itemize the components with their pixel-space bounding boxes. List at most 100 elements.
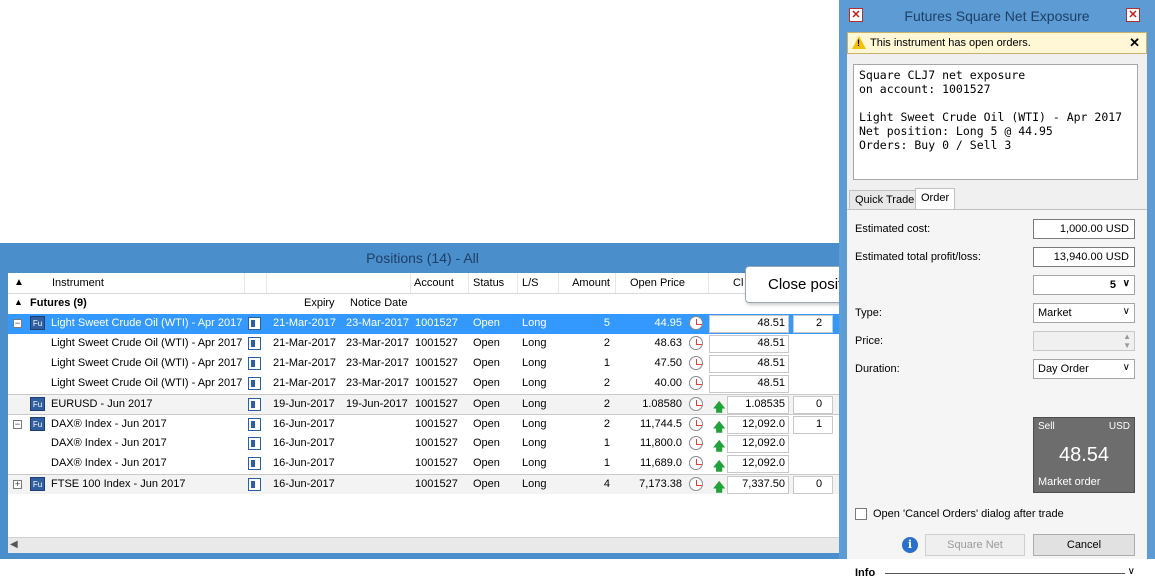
- status-cell: Open: [473, 437, 500, 449]
- col-close[interactable]: Cl: [733, 277, 743, 289]
- chevron-down-icon[interactable]: ∨: [1123, 278, 1130, 289]
- status-cell: Open: [473, 457, 500, 469]
- sell-order-type: Market order: [1038, 476, 1101, 488]
- collapse-icon[interactable]: −: [13, 319, 22, 328]
- chart-icon[interactable]: [248, 457, 261, 470]
- table-row[interactable]: Light Sweet Crude Oil (WTI) - Apr 2017 21…: [8, 354, 839, 374]
- chevron-down-icon[interactable]: ∨: [1123, 362, 1130, 373]
- square-net-button[interactable]: Square Net: [925, 534, 1025, 556]
- account-cell: 1001527: [415, 418, 458, 430]
- table-row[interactable]: Light Sweet Crude Oil (WTI) - Apr 2017 21…: [8, 334, 839, 354]
- clock-icon[interactable]: [689, 417, 703, 431]
- duration-select[interactable]: Day Order ∨: [1033, 359, 1135, 379]
- clock-icon[interactable]: [689, 436, 703, 450]
- notice-cell: 19-Jun-2017: [346, 398, 408, 410]
- info-section-label: Info: [855, 567, 876, 579]
- ls-cell: Long: [522, 478, 547, 490]
- expand-icon[interactable]: +: [13, 480, 22, 489]
- group-collapse-icon[interactable]: ▲: [14, 297, 23, 307]
- amount-cell: 1: [603, 437, 610, 449]
- instrument-cell: EURUSD - Jun 2017: [51, 398, 153, 410]
- amount-cell: 2: [603, 398, 610, 410]
- col-amount[interactable]: Amount: [563, 277, 610, 289]
- clock-icon[interactable]: [689, 456, 703, 470]
- ls-cell: Long: [522, 398, 547, 410]
- table-row[interactable]: + Fu FTSE 100 Index - Jun 2017 16-Jun-2017 1…: [8, 474, 839, 494]
- chart-icon[interactable]: [248, 377, 261, 390]
- info-line: [859, 96, 1132, 110]
- clock-icon[interactable]: [689, 397, 703, 411]
- info-icon[interactable]: i: [902, 537, 918, 553]
- col-ls[interactable]: L/S: [522, 277, 539, 289]
- chevron-down-icon[interactable]: ∨: [1123, 306, 1130, 317]
- positions-grid: ▲ Instrument Account Status L/S Amount O…: [8, 273, 839, 553]
- col-notice-date[interactable]: Notice Date: [350, 297, 407, 309]
- close-price-cell: 48.51: [757, 317, 785, 329]
- horizontal-scrollbar[interactable]: ◀: [8, 537, 839, 553]
- close-price-cell: 1.08535: [745, 398, 785, 410]
- chart-icon[interactable]: [248, 357, 261, 370]
- amount-cell: 2: [603, 377, 610, 389]
- dialog-close-icon[interactable]: ✕: [1126, 8, 1140, 22]
- table-row[interactable]: − Fu Light Sweet Crude Oil (WTI) - Apr 201…: [8, 314, 839, 334]
- table-row[interactable]: − Fu DAX® Index - Jun 2017 16-Jun-2017 10015…: [8, 414, 839, 434]
- cancel-button[interactable]: Cancel: [1033, 534, 1135, 556]
- collapse-all-icon[interactable]: ▲: [14, 277, 24, 288]
- expiry-cell: 16-Jun-2017: [273, 437, 335, 449]
- collapse-icon[interactable]: −: [13, 420, 22, 429]
- clock-icon[interactable]: [689, 336, 703, 350]
- close-price-cell: 48.51: [757, 337, 785, 349]
- instrument-cell: FTSE 100 Index - Jun 2017: [51, 478, 186, 490]
- col-status[interactable]: Status: [473, 277, 504, 289]
- chart-icon[interactable]: [248, 418, 261, 431]
- info-section[interactable]: Info ∨: [855, 566, 1141, 579]
- col-expiry[interactable]: Expiry: [304, 297, 335, 309]
- sell-button[interactable]: Sell USD 48.54 Market order: [1033, 417, 1135, 493]
- duration-value: Day Order: [1038, 363, 1089, 375]
- status-cell: Open: [473, 398, 500, 410]
- cancel-orders-checkbox[interactable]: [855, 508, 867, 520]
- close-price-cell: 48.51: [757, 357, 785, 369]
- instrument-cell: Light Sweet Crude Oil (WTI) - Apr 2017: [51, 337, 243, 349]
- col-account[interactable]: Account: [414, 277, 454, 289]
- chart-icon[interactable]: [248, 317, 261, 330]
- clock-icon[interactable]: [689, 376, 703, 390]
- warning-close-icon[interactable]: ✕: [1129, 35, 1140, 51]
- info-line: Light Sweet Crude Oil (WTI) - Apr 2017: [859, 110, 1123, 124]
- instrument-cell: DAX® Index - Jun 2017: [51, 418, 167, 430]
- account-cell: 1001527: [415, 478, 458, 490]
- tab-order[interactable]: Order: [915, 188, 956, 210]
- clock-icon[interactable]: [689, 477, 703, 491]
- group-row-futures[interactable]: ▲ Futures (9) Expiry Notice Date: [8, 294, 839, 314]
- col-instrument[interactable]: Instrument: [52, 277, 104, 289]
- expiry-cell: 19-Jun-2017: [273, 398, 335, 410]
- col-open-price[interactable]: Open Price: [630, 277, 685, 289]
- dialog-title: Futures Square Net Exposure: [904, 8, 1090, 24]
- sell-label: Sell: [1038, 421, 1055, 432]
- duration-label: Duration:: [855, 363, 900, 375]
- table-row[interactable]: Light Sweet Crude Oil (WTI) - Apr 2017 21…: [8, 374, 839, 394]
- chart-icon[interactable]: [248, 437, 261, 450]
- table-row[interactable]: Fu EURUSD - Jun 2017 19-Jun-2017 19-Jun-201…: [8, 394, 839, 414]
- chevron-down-icon[interactable]: ∨: [1128, 566, 1135, 577]
- clock-icon[interactable]: [689, 356, 703, 370]
- account-cell: 1001527: [415, 437, 458, 449]
- chart-icon[interactable]: [248, 398, 261, 411]
- open-price-cell: 7,173.38: [639, 478, 682, 490]
- table-row[interactable]: DAX® Index - Jun 2017 16-Jun-2017 1001527 O…: [8, 454, 839, 474]
- amount-stepper[interactable]: 5 ∨: [1033, 275, 1135, 295]
- type-select[interactable]: Market ∨: [1033, 303, 1135, 323]
- chart-icon[interactable]: [248, 337, 261, 350]
- futures-badge: Fu: [30, 417, 45, 431]
- chart-icon[interactable]: [248, 478, 261, 491]
- instrument-cell: Light Sweet Crude Oil (WTI) - Apr 2017: [51, 357, 243, 369]
- tab-quick-trade[interactable]: Quick Trade: [849, 190, 921, 210]
- open-price-cell: 40.00: [654, 377, 682, 389]
- amount-cell: 4: [603, 478, 610, 490]
- expiry-cell: 21-Mar-2017: [273, 357, 336, 369]
- table-row[interactable]: DAX® Index - Jun 2017 16-Jun-2017 1001527 O…: [8, 434, 839, 454]
- orders-count-cell: 0: [816, 398, 823, 410]
- clock-icon[interactable]: [689, 316, 703, 330]
- instrument-cell: DAX® Index - Jun 2017: [51, 457, 167, 469]
- cancel-orders-checkbox-label[interactable]: Open 'Cancel Orders' dialog after trade: [873, 508, 1064, 520]
